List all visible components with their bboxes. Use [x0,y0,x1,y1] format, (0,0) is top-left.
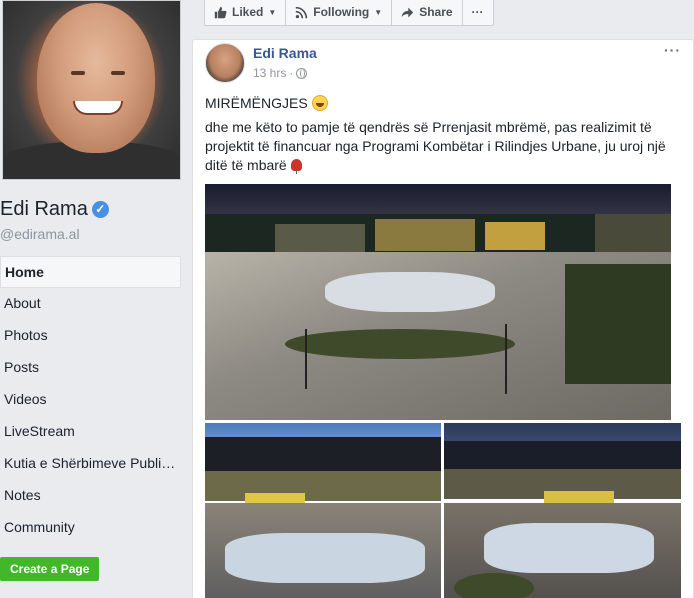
post-author[interactable]: Edi Rama [253,45,317,61]
nav-item-notes[interactable]: Notes [0,480,182,512]
share-arrow-icon [402,7,414,17]
nav-item-home[interactable]: Home [0,256,181,288]
photo-lawn [285,329,515,359]
nav-item-photos[interactable]: Photos [0,320,182,352]
page-name[interactable]: Edi Rama ✓ [0,198,109,221]
post-photo-main[interactable] [205,184,671,420]
liked-label: Liked [232,5,264,19]
post-greeting: MIRËMËNGJES [205,95,328,111]
nav-item-community[interactable]: Community [0,512,182,544]
page-handle[interactable]: @edirama.al [0,226,80,242]
more-dots-icon: ··· [471,5,484,19]
photo-building [485,222,545,250]
post-body-text: dhe me këto to pamje të qendrës së Prren… [205,119,666,173]
more-options-button[interactable]: ··· [463,0,493,25]
thumbs-up-icon [214,6,227,18]
post-photo-bottom-right[interactable] [444,423,681,598]
page-nav: Home About Photos Posts Videos LiveStrea… [0,256,182,544]
photo-plaza-lit [484,523,654,573]
greeting-text: MIRËMËNGJES [205,95,308,111]
nav-item-about[interactable]: About [0,288,182,320]
page-action-bar: Liked ▼ Following ▼ Share ··· [204,0,494,26]
meta-separator: · [289,66,294,80]
photo-building [275,224,365,254]
profile-picture[interactable] [2,0,181,180]
nav-item-posts[interactable]: Posts [0,352,182,384]
post-options-icon[interactable]: ··· [664,42,681,58]
photo-plaza-lit [225,533,425,583]
photo-trees [565,264,671,384]
photo-lawn [454,573,534,598]
share-label: Share [419,5,453,19]
post-photo-bottom-left[interactable] [205,423,441,598]
photo-building-row [205,471,441,501]
following-button[interactable]: Following ▼ [286,0,393,25]
post-card: Edi Rama 13 hrs · ··· MIRËMËNGJES dhe me… [192,39,694,598]
globe-icon[interactable] [296,67,308,79]
post-meta: 13 hrs · [253,66,308,80]
share-button[interactable]: Share [392,0,463,25]
post-body: dhe me këto to pamje të qendrës së Prren… [205,118,675,175]
nav-item-videos[interactable]: Videos [0,384,182,416]
rose-emoji-icon [290,159,302,174]
photo-lamp [505,324,507,394]
photo-building [375,219,475,251]
verified-badge-icon: ✓ [91,201,109,218]
profile-face [37,3,155,153]
liked-button[interactable]: Liked ▼ [205,0,287,25]
create-page-button[interactable]: Create a Page [0,557,100,581]
author-avatar[interactable] [205,43,245,83]
profile-eye-right [111,71,125,75]
chevron-down-icon: ▼ [268,7,277,17]
following-label: Following [313,5,370,19]
profile-eye-left [71,71,85,75]
photo-lamp [305,329,307,389]
rss-icon [296,6,308,18]
page-name-text[interactable]: Edi Rama [0,198,88,221]
photo-building [544,491,614,503]
chevron-down-icon: ▼ [374,7,383,17]
laughing-emoji-icon [311,95,328,111]
profile-smile [73,101,123,115]
left-sidebar: Edi Rama ✓ @edirama.al Home About Photos… [0,0,182,598]
nav-item-public-services[interactable]: Kutia e Shërbimeve Publi… [0,448,182,480]
photo-plaza-lit [325,272,495,312]
post-timestamp[interactable]: 13 hrs [253,66,286,80]
nav-item-livestream[interactable]: LiveStream [0,416,182,448]
